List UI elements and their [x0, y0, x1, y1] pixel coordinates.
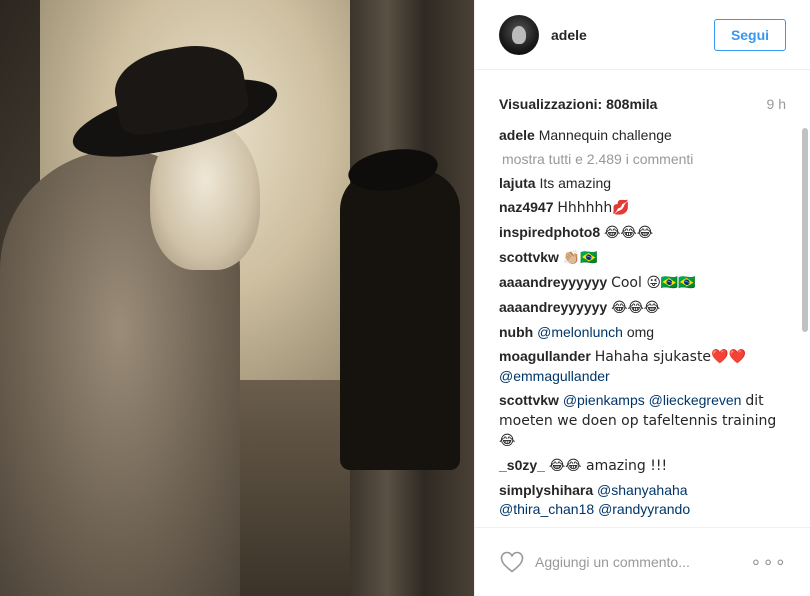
views-count: Visualizzazioni: 808mila — [499, 96, 658, 112]
comment-text: Cool 😜🇧🇷🇧🇷 — [611, 275, 696, 291]
options-icon[interactable]: ∘∘∘ — [750, 552, 787, 573]
follow-button[interactable]: Segui — [714, 18, 786, 51]
post-header: adele Segui — [475, 0, 810, 70]
post-footer: ∘∘∘ — [475, 527, 810, 596]
comment-item: scottvkw @pienkamps @lieckegreven dit mo… — [499, 391, 787, 451]
heart-icon[interactable] — [499, 549, 525, 575]
author-username[interactable]: adele — [551, 27, 714, 43]
comment-item: aaaandreyyyyyy Cool 😜🇧🇷🇧🇷 — [499, 273, 787, 293]
comments-scrollbar[interactable] — [802, 126, 808, 526]
comment-mention[interactable]: @emmagullander — [499, 368, 610, 384]
comment-item: scottvkw 👏🏼🇧🇷 — [499, 248, 787, 268]
comment-text: Hahaha sjukaste❤️❤️ — [594, 349, 746, 365]
comment-username[interactable]: lajuta — [499, 175, 536, 191]
comment-username[interactable]: simplyshihara — [499, 482, 593, 498]
comment-item: inspiredphoto8 😂😂😂 — [499, 223, 787, 243]
comment-text: 😂😂 amazing !!! — [548, 458, 668, 474]
comment-text: omg — [626, 324, 655, 340]
avatar-figure — [512, 25, 526, 44]
comment-text: 😂😂😂 — [611, 300, 661, 316]
post-sidebar: adele Segui Visualizzazioni: 808mila 9 h… — [474, 0, 810, 596]
comment-item: naz4947 Hhhhhh💋 — [499, 198, 787, 218]
comment-mention[interactable]: @melonlunch — [537, 324, 623, 340]
media-person-background — [340, 170, 460, 470]
comment-mention[interactable]: @pienkamps — [563, 392, 645, 408]
comment-username[interactable]: naz4947 — [499, 199, 553, 215]
caption: adele Mannequin challenge — [499, 126, 787, 145]
post-time[interactable]: 9 h — [767, 96, 786, 126]
comment-username[interactable]: nubh — [499, 324, 533, 340]
comment-text: 😂😂😂 — [604, 225, 654, 241]
comment-mention[interactable]: @lieckegreven — [649, 392, 742, 408]
comment-text: Hhhhhh💋 — [557, 200, 630, 216]
post-stats: Visualizzazioni: 808mila 9 h — [475, 70, 810, 126]
comment-username[interactable]: inspiredphoto8 — [499, 224, 600, 240]
comment-username[interactable]: aaaandreyyyyyy — [499, 274, 607, 290]
comment-text: 👏🏼🇧🇷 — [562, 250, 598, 266]
comment-input[interactable] — [535, 554, 751, 570]
comment-mention[interactable]: @shanyahaha — [597, 482, 688, 498]
comment-text: Mannequin challenge — [538, 127, 672, 143]
comment-item: nubh @melonlunch omg — [499, 323, 787, 342]
comment-item: lajuta Its amazing — [499, 174, 787, 193]
post-media[interactable] — [0, 0, 474, 596]
comment-username[interactable]: scottvkw — [499, 392, 559, 408]
avatar[interactable] — [499, 14, 539, 55]
comment-mention[interactable]: @thira_chan18 — [499, 501, 594, 517]
comment-item: simplyshihara @shanyahaha @thira_chan18 … — [499, 481, 787, 519]
comment-item: _s0zy_ 😂😂 amazing !!! — [499, 456, 787, 476]
comment-item: aaaandreyyyyyy 😂😂😂 — [499, 298, 787, 318]
comment-username[interactable]: scottvkw — [499, 249, 559, 265]
heart-icon-svg — [500, 551, 524, 573]
show-all-comments-link[interactable]: mostra tutti e 2.489 i commenti — [499, 150, 787, 169]
comment-username[interactable]: moagullander — [499, 348, 591, 364]
comment-username[interactable]: adele — [499, 127, 535, 143]
comments-list: adele Mannequin challenge mostra tutti e… — [475, 126, 810, 526]
comment-username[interactable]: _s0zy_ — [499, 457, 545, 473]
comment-username[interactable]: aaaandreyyyyyy — [499, 299, 607, 315]
comment-text: Its amazing — [539, 175, 612, 191]
comment-mention[interactable]: @randyyrando — [598, 501, 690, 517]
scrollbar-thumb[interactable] — [802, 128, 808, 332]
comment-item: moagullander Hahaha sjukaste❤️❤️ @emmagu… — [499, 347, 787, 386]
